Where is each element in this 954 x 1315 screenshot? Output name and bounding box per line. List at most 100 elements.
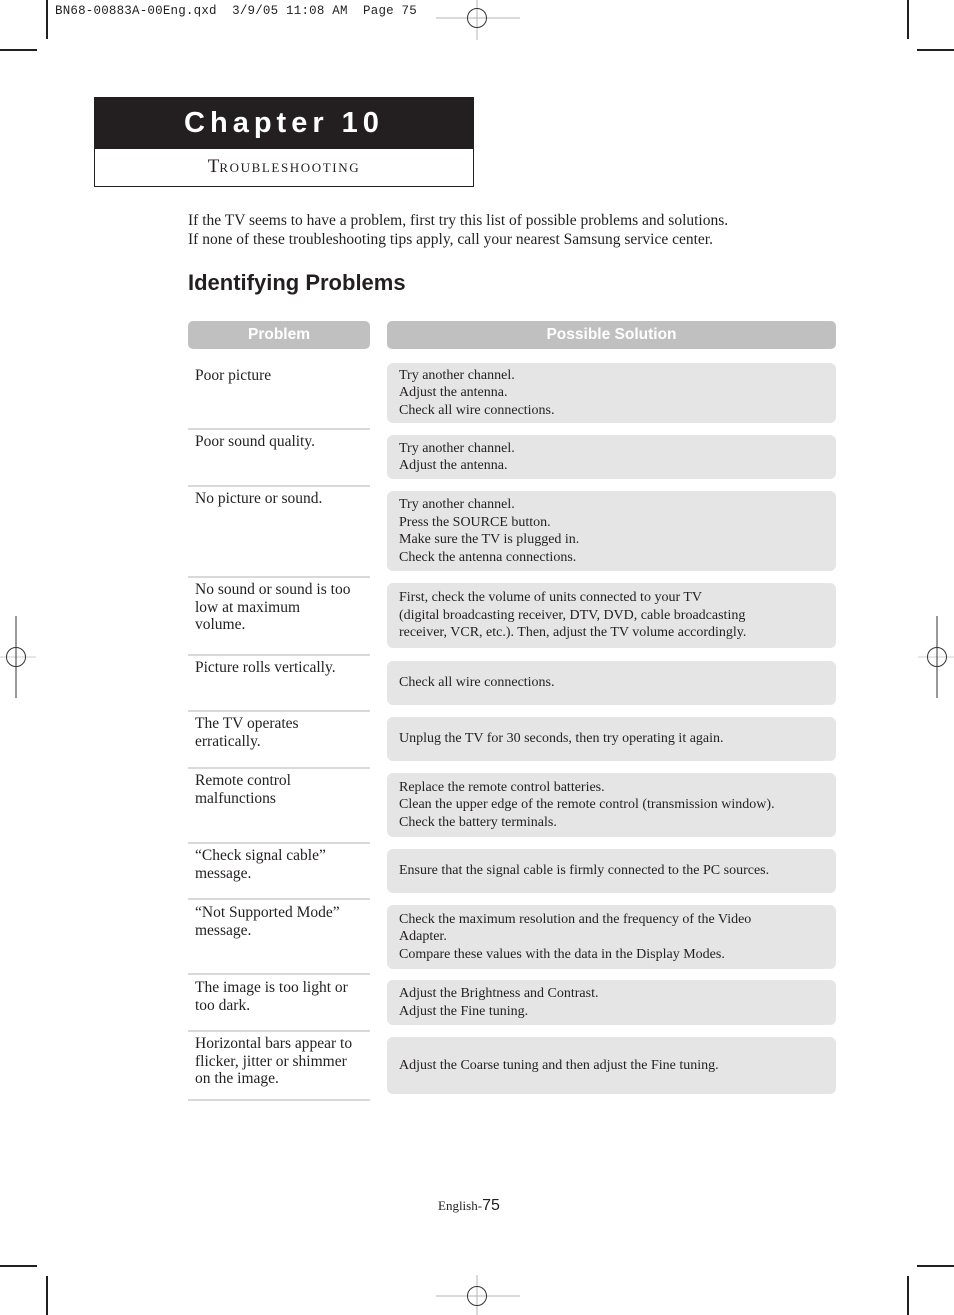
solution-text-line: Try another channel. [399, 497, 515, 512]
problem-text-line: message. [195, 921, 252, 939]
crop-mark [917, 49, 954, 51]
registration-mark-icon [436, 0, 520, 40]
page-footer: English-75 [438, 1197, 500, 1215]
print-slug: BN68-00883A-00Eng.qxd 3/9/05 11:08 AM Pa… [55, 4, 417, 18]
solution-cell: Try another channel. Adjust the antenna. [387, 435, 836, 479]
solution-text-line: Adjust the Fine tuning. [399, 1003, 529, 1019]
chapter-title: Chapter 10 [95, 98, 473, 149]
chapter-subtitle-initial: T [207, 156, 220, 177]
intro-line: If the TV seems to have a problem, first… [188, 212, 729, 229]
chapter-subtitle: TROUBLESHOOTING [95, 149, 473, 186]
problem-text-line: “Not Supported Mode” [195, 904, 340, 921]
solution-cell: Try another channel. Adjust the antenna. C… [387, 363, 836, 423]
solution-text-line: Make sure the TV is plugged in. [399, 532, 580, 547]
registration-mark-icon [0, 616, 36, 698]
problem-cell: Remote control malfunctions [188, 772, 370, 807]
solution-text-line: (digital broadcasting receiver, DTV, DVD… [399, 607, 746, 623]
problem-text-line: Poor picture [195, 367, 272, 384]
solution-text-line: Replace the remote control batteries. [399, 779, 605, 795]
solution-text-line: Check the maximum resolution and the fre… [399, 911, 752, 927]
solution-cell: Adjust the Coarse tuning and then adjust… [387, 1037, 836, 1094]
problem-cell: Poor sound quality. [188, 433, 370, 451]
solution-text-line: Check all wire connections. [399, 675, 555, 691]
crop-mark [46, 0, 48, 39]
registration-mark-icon [436, 1275, 520, 1315]
problem-text-line: No picture or sound. [195, 490, 323, 507]
solution-text-line: Adjust the antenna. [399, 385, 508, 401]
solution-text-line: Check the battery terminals. [399, 814, 557, 830]
problem-text-line: Poor sound quality. [195, 433, 315, 450]
problem-text-line: low at maximum [195, 598, 301, 616]
solution-cell: Replace the remote control batteries. Cle… [387, 773, 836, 837]
problem-text-line: The TV operates [195, 715, 299, 732]
problem-cell: Poor picture [188, 367, 370, 385]
problem-text-line: volume. [195, 616, 246, 633]
column-header-problem: Problem [188, 321, 370, 349]
problem-text-line: message. [195, 864, 252, 882]
problem-cell: No picture or sound. [188, 490, 370, 508]
intro-line: If none of these troubleshooting tips ap… [188, 231, 713, 248]
problem-text-line: erratically. [195, 732, 261, 750]
row-divider [188, 576, 370, 578]
row-divider [188, 1099, 370, 1101]
solution-cell: Check all wire connections. [387, 661, 836, 705]
solution-cell: Adjust the Brightness and Contrast. Adjus… [387, 980, 836, 1025]
problem-cell: No sound or sound is too low at maximum vo… [188, 581, 370, 634]
solution-text-line: Adjust the antenna. [399, 458, 508, 473]
crop-mark [0, 49, 37, 51]
solution-text-line: Clean the upper edge of the remote contr… [399, 797, 775, 813]
problem-text-line: malfunctions [195, 789, 276, 807]
registration-mark-icon [918, 616, 954, 698]
problem-text-line: “Check signal cable” [195, 847, 326, 864]
row-divider [188, 898, 370, 900]
row-divider [188, 1030, 370, 1032]
solution-cell: Try another channel. Press the SOURCE but… [387, 491, 836, 571]
problem-cell: Horizontal bars appear to flicker, jitter… [188, 1035, 370, 1088]
problem-text-line: The image is too light or [195, 979, 348, 996]
solution-text-line: Try another channel. [399, 440, 515, 456]
row-divider [188, 654, 370, 656]
intro-paragraph: If the TV seems to have a problem, first… [188, 211, 728, 249]
solution-cell: Check the maximum resolution and the fre… [387, 905, 836, 969]
solution-text-line: Press the SOURCE button. [399, 514, 551, 530]
problem-text-line: Remote control [195, 772, 291, 789]
problem-text-line: on the image. [195, 1070, 279, 1087]
crop-mark [907, 0, 909, 39]
crop-mark [917, 1265, 954, 1267]
column-header-solution: Possible Solution [387, 321, 836, 349]
crop-mark [46, 1276, 48, 1315]
solution-text-line: Adjust the Coarse tuning and then adjust… [399, 1057, 719, 1073]
row-divider [188, 767, 370, 769]
solution-text-line: Compare these values with the data in th… [399, 946, 725, 962]
crop-mark [907, 1276, 909, 1315]
problem-cell: “Not Supported Mode” message. [188, 904, 370, 939]
footer-label: English- [438, 1198, 483, 1213]
row-divider [188, 710, 370, 712]
problem-text-line: No sound or sound is too [195, 581, 351, 598]
problem-cell: The TV operates erratically. [188, 715, 370, 750]
crop-mark [0, 1265, 37, 1267]
section-title: Identifying Problems [188, 270, 406, 295]
solution-text-line: First, check the volume of units connect… [399, 590, 703, 606]
problem-cell: The image is too light or too dark. [188, 979, 370, 1014]
chapter-header: Chapter 10 TROUBLESHOOTING [94, 97, 474, 187]
page-number: 75 [482, 1197, 500, 1214]
solution-cell: Unplug the TV for 30 seconds, then try o… [387, 717, 836, 761]
solution-text-line: Adjust the Brightness and Contrast. [399, 986, 599, 1001]
solution-text-line: Check the antenna connections. [399, 549, 577, 565]
problem-text-line: too dark. [195, 996, 251, 1014]
problem-text-line: flicker, jitter or shimmer [195, 1052, 347, 1070]
chapter-subtitle-rest: ROUBLESHOOTING [219, 160, 361, 175]
problem-cell: Picture rolls vertically. [188, 659, 370, 677]
row-divider [188, 428, 370, 430]
solution-cell: First, check the volume of units connect… [387, 583, 836, 648]
solution-cell: Ensure that the signal cable is firmly c… [387, 849, 836, 893]
problem-text-line: Horizontal bars appear to [195, 1035, 353, 1052]
problem-text-line: Picture rolls vertically. [195, 659, 336, 676]
solution-text-line: Unplug the TV for 30 seconds, then try o… [399, 731, 724, 747]
row-divider [188, 485, 370, 487]
row-divider [188, 973, 370, 975]
solution-text-line: Try another channel. [399, 367, 515, 383]
solution-text-line: receiver, VCR, etc.). Then, adjust the T… [399, 625, 747, 641]
solution-text-line: Check all wire connections. [399, 402, 555, 418]
